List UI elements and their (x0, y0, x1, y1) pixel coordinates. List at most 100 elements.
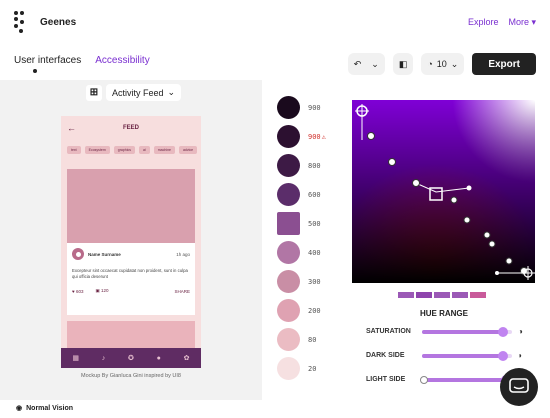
contrast-warning-icon: ⚠ (321, 132, 326, 141)
chip: text (67, 146, 81, 154)
color-swatch[interactable] (277, 299, 300, 322)
curve-point[interactable] (505, 257, 513, 265)
mode-tabs: User interfaces Accessibility (14, 55, 150, 66)
color-swatch[interactable] (277, 96, 300, 119)
hue-range-segment (416, 292, 432, 298)
color-swatch[interactable] (277, 212, 300, 235)
swatch-label: 900 (308, 103, 321, 112)
chip: ai (139, 146, 150, 154)
palette-swatch-row[interactable]: 800 (277, 154, 321, 177)
mockup-dropdown[interactable]: Activity Feed ⌄ (106, 84, 182, 101)
settings-icon: ✿ (183, 355, 190, 362)
hue-range-bar[interactable] (398, 292, 486, 298)
curve-control-point[interactable] (495, 271, 499, 275)
hue-range-segment (434, 292, 450, 298)
comment-count: ▣ 120 (95, 288, 109, 293)
nav-more[interactable]: More ▾ (508, 17, 536, 28)
slider-fill (422, 377, 506, 382)
color-picker-area[interactable] (352, 100, 535, 283)
chip: machine (153, 146, 175, 154)
palette-swatch-row[interactable]: 80 (277, 328, 316, 351)
color-swatch[interactable] (277, 270, 300, 293)
eye-icon: ◉ (16, 405, 23, 412)
slider-track[interactable] (422, 326, 512, 337)
saturation-icon: ◑ (518, 327, 523, 336)
app-logo-icon[interactable] (14, 11, 28, 33)
slider-track[interactable] (420, 374, 512, 385)
share-label: SHARE (174, 288, 190, 294)
tab-accessibility[interactable]: Accessibility (95, 55, 149, 66)
swatch-label: 800 (308, 161, 321, 170)
hue-range-segment (398, 292, 414, 298)
chevron-down-icon: ⌄ (167, 87, 176, 97)
curve-point[interactable] (463, 216, 471, 224)
slider-track[interactable] (422, 350, 512, 361)
curve-control-point[interactable] (466, 185, 472, 191)
tab-user-interfaces[interactable]: User interfaces (14, 55, 81, 66)
mockup-dropdown-label: Activity Feed (112, 87, 164, 98)
slider-start-handle[interactable] (420, 375, 428, 384)
palette-swatch-row[interactable]: 200 (277, 299, 321, 322)
user-icon: ● (156, 354, 161, 362)
slider-fill (422, 353, 503, 358)
palette-swatch-row[interactable]: 600 (277, 183, 321, 206)
count-value: 10 (436, 59, 447, 69)
curve-point[interactable] (488, 240, 496, 248)
panel-toggle-button[interactable]: ◧ (392, 53, 414, 75)
nav-explore[interactable]: Explore (468, 17, 499, 28)
add-mockup-button[interactable]: ⊞ (86, 84, 102, 101)
curve-point[interactable] (412, 179, 420, 187)
hue-range-segment (452, 292, 468, 298)
curve-point[interactable] (450, 196, 458, 204)
color-swatch[interactable] (277, 154, 300, 177)
toolbar: ↶ ⌄ ◧ ◔ 10 ⌄ Export (347, 53, 536, 75)
palette-swatch-row[interactable]: 900 (277, 96, 321, 119)
chat-icon (509, 378, 529, 393)
color-swatch[interactable] (277, 328, 300, 351)
export-button[interactable]: Export (472, 53, 536, 75)
color-swatch[interactable] (277, 241, 300, 264)
palette-swatch-row[interactable]: 300 (277, 270, 321, 293)
feed-image-2 (67, 321, 195, 351)
chat-button[interactable] (500, 368, 538, 406)
undo-button[interactable]: ↶ ⌄ (347, 53, 385, 75)
chip: graphics (113, 146, 136, 154)
chip: Ecosystem (84, 146, 110, 154)
color-swatch[interactable] (277, 125, 300, 148)
hue-range-segment (470, 292, 486, 298)
hue-range-label: HUE RANGE (419, 309, 468, 318)
swatch-label: 200 (308, 306, 321, 315)
palette-swatch-row[interactable]: 400 (277, 241, 321, 264)
bell-icon: ♪ (101, 354, 106, 362)
slider-thumb[interactable] (498, 326, 508, 337)
count-select[interactable]: ◔ 10 ⌄ (421, 53, 465, 75)
card-author: Name Surname (88, 251, 121, 257)
moon-icon: ◗ (518, 351, 523, 360)
mockup-selector: ⊞ Activity Feed ⌄ (86, 84, 182, 101)
slider-label: DARK SIDE (366, 352, 405, 359)
color-swatch[interactable] (277, 183, 300, 206)
card-text: Excepteur sint occaecat cupidatat non pr… (72, 268, 188, 279)
plus-icon: ⊞ (89, 87, 99, 98)
slider-thumb[interactable] (498, 350, 508, 361)
curve-point[interactable] (483, 231, 491, 239)
palette-swatch-row[interactable]: 900 ⚠ (277, 125, 326, 148)
slider-row: SATURATION ◑ (366, 326, 523, 337)
palette-swatch-row[interactable]: 500 (277, 212, 321, 235)
avatar (72, 248, 84, 260)
vision-mode-toggle[interactable]: ◉ Normal Vision (16, 404, 73, 413)
swatch-label: 20 (308, 364, 317, 373)
swatch-label: 500 (308, 219, 321, 228)
curve-point[interactable] (367, 132, 375, 140)
top-bar: Geenes Explore More ▾ (0, 0, 550, 44)
swatch-label: 300 (308, 277, 321, 286)
palette-swatch-row[interactable]: 20 (277, 357, 316, 380)
color-swatch[interactable] (277, 357, 300, 380)
card-actions: ♥ 603 ▣ 120 SHARE (72, 288, 190, 294)
feed-card: Name Surname 1h ago Excepteur sint occae… (67, 243, 195, 315)
compass-icon: ✪ (128, 355, 134, 362)
mockup-bottom-nav: ▦ ♪ ✪ ● ✿ (61, 348, 201, 368)
swatch-label: 900 (308, 132, 321, 141)
curve-point[interactable] (388, 158, 396, 166)
phone-mockup: ← FEED text Ecosystem graphics ai machin… (61, 116, 201, 368)
